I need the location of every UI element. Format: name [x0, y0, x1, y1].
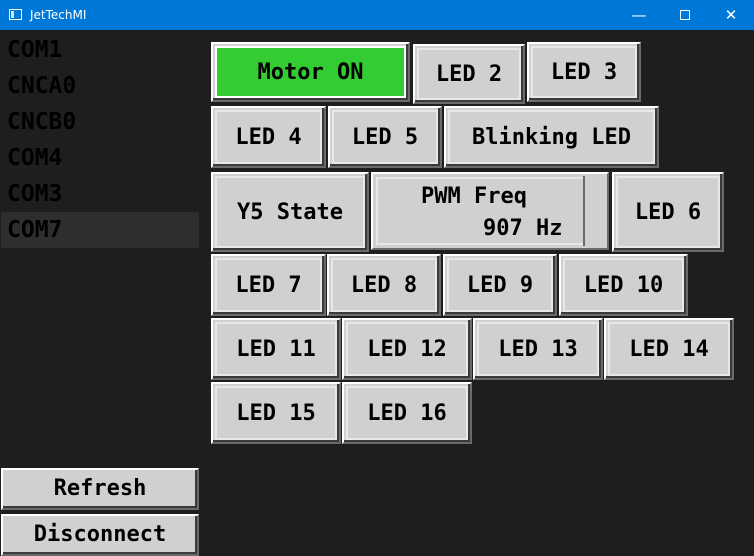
- maximize-icon: [680, 10, 690, 20]
- close-button[interactable]: ✕: [708, 0, 754, 30]
- led-16-button[interactable]: LED 16: [342, 382, 472, 444]
- maximize-button[interactable]: [662, 0, 708, 30]
- led-10-button[interactable]: LED 10: [559, 254, 688, 316]
- motor-on-button[interactable]: Motor ON: [211, 42, 410, 102]
- port-item-cncb0[interactable]: CNCB0: [1, 104, 199, 140]
- led-7-button[interactable]: LED 7: [211, 254, 326, 316]
- window-title: JetTechMI: [30, 8, 87, 22]
- led-12-button[interactable]: LED 12: [342, 318, 472, 380]
- blinking-led-button[interactable]: Blinking LED: [444, 106, 659, 168]
- led-9-button[interactable]: LED 9: [443, 254, 557, 316]
- led-15-button[interactable]: LED 15: [211, 382, 341, 444]
- led-6-button[interactable]: LED 6: [612, 172, 724, 252]
- minimize-button[interactable]: —: [616, 0, 662, 30]
- port-item-com1[interactable]: COM1: [1, 32, 199, 68]
- led-5-button[interactable]: LED 5: [328, 106, 442, 168]
- port-item-com7[interactable]: COM7: [1, 212, 199, 248]
- led-3-button[interactable]: LED 3: [527, 42, 641, 102]
- close-icon: ✕: [724, 6, 738, 24]
- pwm-frequency-display: PWM Freq 907 Hz: [371, 172, 609, 250]
- port-panel: COM1 CNCA0 CNCB0 COM4 COM3 COM7 Refresh …: [0, 30, 201, 556]
- disconnect-button[interactable]: Disconnect: [1, 514, 199, 556]
- pwm-scrollbar[interactable]: [583, 176, 605, 246]
- pwm-label: PWM Freq: [421, 184, 527, 209]
- led-13-button[interactable]: LED 13: [473, 318, 603, 380]
- led-2-button[interactable]: LED 2: [413, 44, 525, 104]
- port-item-cnca0[interactable]: CNCA0: [1, 68, 199, 104]
- pwm-value: 907 Hz: [483, 216, 563, 241]
- refresh-button[interactable]: Refresh: [1, 468, 199, 510]
- minimize-icon: —: [631, 6, 647, 24]
- led-11-button[interactable]: LED 11: [211, 318, 341, 380]
- title-bar: JetTechMI — ✕: [0, 0, 754, 30]
- port-item-com4[interactable]: COM4: [1, 140, 199, 176]
- led-14-button[interactable]: LED 14: [604, 318, 734, 380]
- port-item-com3[interactable]: COM3: [1, 176, 199, 212]
- app-icon: [9, 9, 22, 20]
- y5-state-button[interactable]: Y5 State: [211, 172, 369, 252]
- led-8-button[interactable]: LED 8: [327, 254, 441, 316]
- led-4-button[interactable]: LED 4: [211, 106, 326, 168]
